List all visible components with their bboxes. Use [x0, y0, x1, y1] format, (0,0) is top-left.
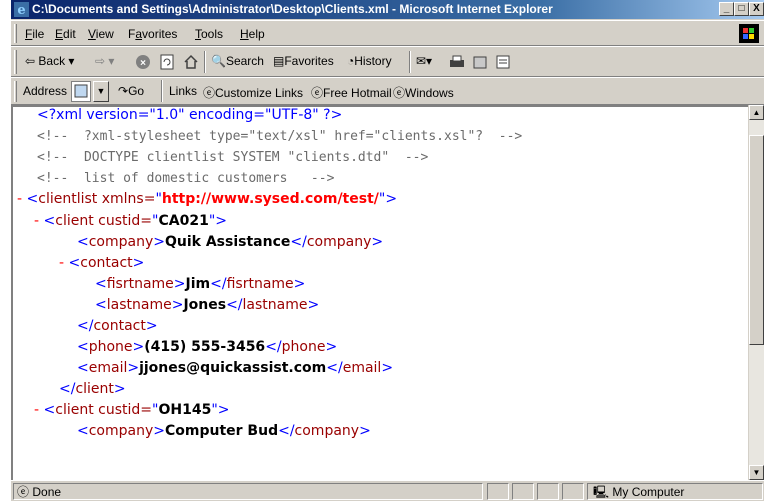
status-pane [537, 483, 559, 500]
minimize-button[interactable]: _ [719, 2, 734, 16]
xml-node-contact[interactable]: - <contact> [59, 255, 144, 271]
address-dropdown-button[interactable]: ▼ [93, 81, 109, 102]
xml-comment: <!-- DOCTYPE clientlist SYSTEM "clients.… [37, 150, 429, 165]
refresh-icon[interactable] [159, 54, 175, 70]
toolbar-separator [204, 51, 206, 73]
status-pane [562, 483, 584, 500]
xml-node-contact-close: </contact> [77, 318, 158, 334]
xml-node-email: <email>jjones@quickassist.com</email> [77, 360, 394, 376]
svg-text:×: × [140, 58, 146, 69]
home-icon[interactable] [183, 54, 199, 70]
go-button[interactable]: ↷Go [118, 84, 144, 98]
toolbar-separator [409, 51, 411, 73]
links-label: Links [169, 84, 198, 98]
toolbar-grip[interactable] [14, 50, 17, 74]
ie-window: e C:\Documents and Settings\Administrato… [10, 0, 764, 501]
ie-logo-icon: e [14, 2, 29, 17]
collapse-toggle[interactable]: - [59, 255, 69, 271]
standard-toolbar: ⇦ Back ▾ ⇨ ▾ × 🔍Search ▤Favorites ◔Histo… [11, 46, 764, 77]
page-icon [74, 84, 88, 98]
mail-icon: ✉▾ [416, 54, 433, 68]
discuss-icon[interactable] [495, 54, 511, 70]
stop-icon[interactable]: × [135, 54, 151, 70]
xml-node-company: <company>Computer Bud</company> [77, 423, 371, 439]
scroll-down-button[interactable]: ▼ [749, 465, 764, 480]
ie-page-icon: ⓔ [17, 485, 30, 499]
ie-link-icon: ⓔ [393, 86, 406, 100]
status-bar: ⓔ Done 🖳 My Computer [11, 480, 764, 501]
computer-icon: 🖳 [593, 485, 610, 499]
edit-icon[interactable] [472, 54, 488, 70]
forward-arrow-icon: ⇨ ▾ [95, 54, 115, 68]
scroll-up-button[interactable]: ▲ [749, 105, 764, 120]
xml-comment: <!-- list of domestic customers --> [37, 171, 335, 186]
favorites-button[interactable]: ▤Favorites [273, 54, 334, 68]
xml-node-clientlist[interactable]: - <clientlist xmlns="http://www.sysed.co… [17, 191, 397, 207]
link-free-hotmail[interactable]: ⓔFree Hotmail [311, 84, 392, 101]
xml-node-firstname: <fisrtname>Jim</fisrtname> [95, 276, 306, 292]
link-windows[interactable]: ⓔWindows [393, 84, 454, 101]
menu-bar: File Edit View Favorites Tools Help [11, 20, 764, 46]
xml-viewer: <?xml version="1.0" encoding="UTF-8" ?> … [11, 105, 764, 480]
menu-tools[interactable]: Tools [195, 27, 223, 41]
collapse-toggle[interactable]: - [17, 191, 27, 207]
menu-file[interactable]: File [25, 27, 44, 41]
scroll-thumb[interactable] [749, 135, 764, 345]
vertical-scrollbar[interactable]: ▲ ▼ [748, 105, 764, 480]
search-icon: 🔍 [211, 54, 226, 68]
mail-button[interactable]: ✉▾ [416, 54, 432, 68]
status-pane [512, 483, 534, 500]
ie-link-icon: ⓔ [311, 86, 324, 100]
address-label: Address [23, 84, 68, 98]
address-bar: Address ▼ ↷Go Links ⓔCustomize Links ⓔFr… [11, 77, 764, 105]
title-bar[interactable]: e C:\Documents and Settings\Administrato… [11, 0, 764, 19]
menu-favorites[interactable]: Favorites [128, 27, 177, 41]
collapse-toggle[interactable]: - [34, 402, 44, 418]
desktop-edge [0, 0, 10, 501]
address-field[interactable] [71, 81, 91, 102]
xml-node-client[interactable]: - <client custid="OH145"> [34, 402, 230, 418]
status-pane [487, 483, 509, 500]
xml-node-company: <company>Quik Assistance</company> [77, 234, 384, 250]
search-button[interactable]: 🔍Search [211, 54, 264, 68]
link-customize[interactable]: ⓔCustomize Links [203, 84, 303, 101]
xml-node-client-close: </client> [59, 381, 126, 397]
status-text: ⓔ Done [17, 485, 62, 499]
close-button[interactable]: X [749, 2, 764, 16]
print-icon[interactable] [448, 54, 466, 70]
back-arrow-icon: ⇦ [25, 54, 36, 68]
xml-comment: <!-- ?xml-stylesheet type="text/xsl" hre… [37, 129, 523, 144]
history-button[interactable]: ◔History [347, 54, 392, 68]
menu-view[interactable]: View [88, 27, 114, 41]
menu-grip[interactable] [14, 24, 17, 43]
status-pane-main [13, 483, 483, 500]
go-arrow-icon: ↷ [118, 84, 129, 98]
collapse-toggle[interactable]: - [34, 213, 44, 229]
windows-logo-icon [739, 24, 759, 43]
xml-node-phone: <phone>(415) 555-3456</phone> [77, 339, 338, 355]
address-grip[interactable] [14, 81, 17, 102]
ie-link-icon: ⓔ [203, 86, 216, 100]
favorites-icon: ▤ [273, 54, 285, 68]
xml-node-client[interactable]: - <client custid="CA021"> [34, 213, 227, 229]
address-separator [161, 80, 163, 102]
svg-text:e: e [17, 3, 25, 17]
maximize-button[interactable]: □ [734, 2, 749, 16]
xml-declaration: <?xml version="1.0" encoding="UTF-8" ?> [37, 107, 343, 123]
forward-button[interactable]: ⇨ ▾ [95, 54, 114, 68]
window-title: C:\Documents and Settings\Administrator\… [32, 2, 553, 16]
menu-edit[interactable]: Edit [55, 27, 76, 41]
menu-help[interactable]: Help [240, 27, 265, 41]
back-button[interactable]: ⇦ Back ▾ [25, 54, 74, 68]
xml-node-lastname: <lastname>Jones</lastname> [95, 297, 320, 313]
